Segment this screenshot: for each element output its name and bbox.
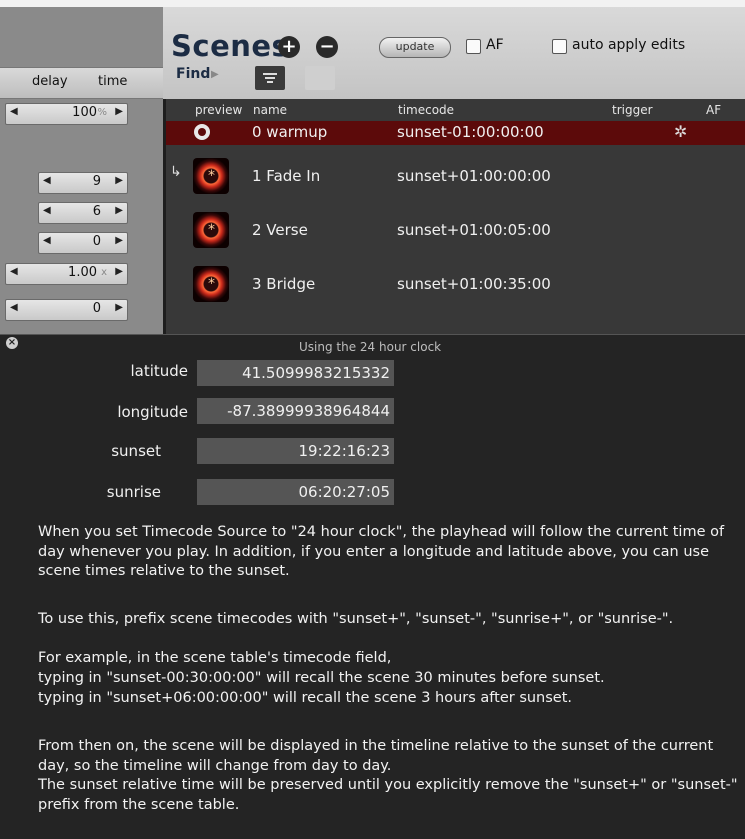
- scene-timecode[interactable]: sunset+01:00:05:00: [397, 221, 551, 239]
- scene-timecode[interactable]: sunset+01:00:35:00: [397, 275, 551, 293]
- scene-timecode[interactable]: sunset-01:00:00:00: [397, 123, 544, 141]
- table-row[interactable]: 2 Verse sunset+01:00:05:00: [166, 211, 745, 251]
- help-paragraph-example-after: typing in "sunset+06:00:00:00" will reca…: [38, 690, 573, 706]
- latitude-label: latitude: [130, 362, 188, 380]
- secondary-filter-button[interactable]: [305, 66, 335, 90]
- help-paragraph-prefix: To use this, prefix scene timecodes with…: [38, 611, 674, 627]
- stepper-unit: x: [101, 267, 107, 278]
- help-paragraph-timeline: From then on, the scene will be displaye…: [38, 738, 714, 774]
- scene-thumbnail: [193, 158, 229, 194]
- stepper-0-b[interactable]: ◀ 0 ▶: [5, 299, 128, 321]
- scene-name: 0 warmup: [252, 123, 328, 141]
- help-paragraph-preserved: The sunset relative time will be preserv…: [38, 777, 738, 813]
- column-header-trigger[interactable]: trigger: [612, 103, 653, 117]
- increment-arrow-icon[interactable]: ▶: [115, 235, 123, 246]
- table-row[interactable]: 3 Bridge sunset+01:00:35:00: [166, 265, 745, 305]
- update-button[interactable]: update: [379, 37, 451, 58]
- find-label[interactable]: Find: [176, 66, 210, 82]
- left-panel-header: delay time: [0, 67, 163, 99]
- latitude-field[interactable]: 41.5099983215332: [197, 360, 394, 386]
- decrement-arrow-icon[interactable]: ◀: [43, 205, 51, 216]
- stepper-6[interactable]: ◀ 6 ▶: [38, 202, 128, 224]
- sunrise-label: sunrise: [106, 483, 161, 501]
- add-scene-button[interactable]: +: [278, 36, 300, 58]
- stepper-unit: %: [97, 107, 107, 118]
- table-row-selected[interactable]: 0 warmup sunset-01:00:00:00 ✲: [166, 121, 745, 145]
- stepper-value: 0: [92, 301, 101, 316]
- remove-scene-button[interactable]: −: [316, 36, 338, 58]
- window-top-strip: [0, 0, 745, 7]
- find-disclosure-arrow-icon[interactable]: ▶: [211, 69, 219, 80]
- auto-apply-edits-checkbox[interactable]: [552, 39, 567, 54]
- decrement-arrow-icon[interactable]: ◀: [10, 106, 18, 117]
- stepper-value: 9: [92, 174, 101, 189]
- stepper-value: 6: [92, 204, 101, 219]
- close-icon[interactable]: ×: [6, 337, 18, 349]
- auto-apply-edits-label: auto apply edits: [572, 37, 686, 53]
- column-header-delay[interactable]: delay: [32, 74, 68, 89]
- decrement-arrow-icon[interactable]: ◀: [43, 235, 51, 246]
- filter-list-button[interactable]: [255, 66, 285, 90]
- decrement-arrow-icon[interactable]: ◀: [43, 175, 51, 186]
- sunset-label: sunset: [111, 442, 161, 460]
- help-paragraph-example: For example, in the scene table's timeco…: [38, 650, 392, 666]
- stepper-value: 1.00: [68, 265, 97, 280]
- column-header-af[interactable]: AF: [706, 103, 721, 117]
- stepper-value: 0: [92, 234, 101, 249]
- increment-arrow-icon[interactable]: ▶: [115, 302, 123, 313]
- filter-lines-icon: [263, 73, 277, 83]
- increment-arrow-icon[interactable]: ▶: [115, 266, 123, 277]
- af-checkbox[interactable]: [466, 39, 481, 54]
- stepper-multiplier[interactable]: ◀ 1.00 x ▶: [5, 263, 128, 285]
- af-checkbox-label: AF: [486, 37, 504, 53]
- stepper-percent[interactable]: ◀ 100 % ▶: [5, 103, 128, 125]
- column-header-preview[interactable]: preview: [195, 103, 242, 117]
- increment-arrow-icon[interactable]: ▶: [115, 175, 123, 186]
- table-row[interactable]: ↳ 1 Fade In sunset+01:00:00:00: [166, 157, 745, 197]
- scene-thumbnail: [193, 212, 229, 248]
- clock-panel-title: Using the 24 hour clock: [299, 340, 442, 354]
- camera-icon: [194, 124, 210, 140]
- increment-arrow-icon[interactable]: ▶: [115, 205, 123, 216]
- scenes-title: Scenes: [171, 29, 290, 63]
- column-header-time[interactable]: time: [98, 74, 127, 89]
- column-header-name[interactable]: name: [253, 103, 287, 117]
- stepper-9[interactable]: ◀ 9 ▶: [38, 172, 128, 194]
- help-paragraph-intro: When you set Timecode Source to "24 hour…: [38, 524, 725, 579]
- scene-name: 3 Bridge: [252, 275, 316, 293]
- scene-thumbnail: [193, 266, 229, 302]
- stepper-0-a[interactable]: ◀ 0 ▶: [38, 232, 128, 254]
- decrement-arrow-icon[interactable]: ◀: [10, 302, 18, 313]
- scene-name: 1 Fade In: [252, 167, 321, 185]
- scene-name: 2 Verse: [252, 221, 308, 239]
- left-panel: delay time ◀ 100 % ▶ ◀ 9 ▶ ◀ 6 ▶ ◀ 0 ▶ ◀…: [0, 7, 163, 334]
- help-paragraph-example-before: typing in "sunset-00:30:00:00" will reca…: [38, 670, 605, 686]
- longitude-label: longitude: [117, 403, 188, 421]
- sunrise-field[interactable]: 06:20:27:05: [197, 479, 394, 505]
- stepper-value: 100: [72, 105, 97, 120]
- column-header-timecode[interactable]: timecode: [398, 103, 454, 117]
- scene-timecode[interactable]: sunset+01:00:00:00: [397, 167, 551, 185]
- increment-arrow-icon[interactable]: ▶: [115, 106, 123, 117]
- decrement-arrow-icon[interactable]: ◀: [10, 266, 18, 277]
- longitude-field[interactable]: -87.38999938964844: [197, 398, 394, 424]
- return-arrow-icon: ↳: [170, 164, 182, 180]
- sunset-field[interactable]: 19:22:16:23: [197, 438, 394, 464]
- gear-icon[interactable]: ✲: [674, 122, 687, 141]
